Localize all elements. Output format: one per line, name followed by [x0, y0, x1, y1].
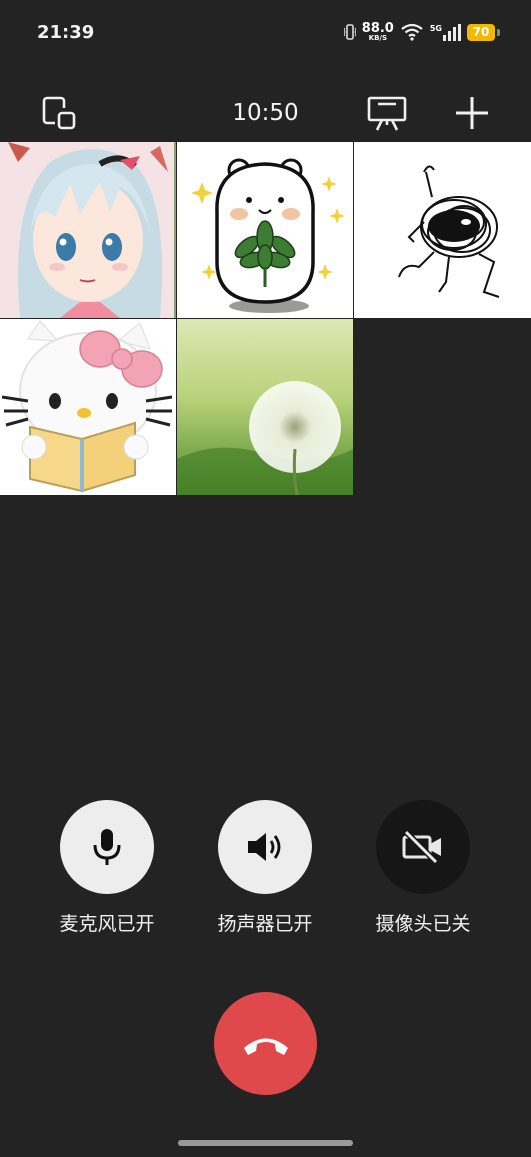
participant-tile[interactable] [177, 142, 353, 318]
camera-off-icon [402, 829, 441, 865]
hang-up-icon [243, 1038, 288, 1055]
vibrate-icon [343, 24, 356, 40]
camera-control[interactable]: 摄像头已关 [358, 800, 488, 936]
participant-tile[interactable] [0, 142, 176, 318]
network-speed-unit: KB/S [368, 34, 387, 42]
network-speed: 88.0 KB/S [362, 22, 394, 42]
dandelion-avatar [177, 319, 353, 495]
microphone-toggle-button[interactable] [60, 800, 154, 894]
status-icons: 88.0 KB/S 5G 70 [343, 22, 500, 42]
microphone-icon [93, 829, 121, 865]
screen-share-button[interactable] [365, 92, 409, 134]
home-indicator[interactable] [178, 1140, 353, 1146]
speaker-control[interactable]: 扬声器已开 [200, 800, 330, 936]
participant-tile[interactable] [177, 319, 353, 495]
hang-up-button[interactable] [214, 992, 317, 1095]
camera-toggle-button[interactable] [376, 800, 470, 894]
network-type: 5G [429, 23, 442, 33]
status-time: 21:39 [37, 22, 95, 43]
cellular-signal: 5G [429, 23, 461, 41]
speaker-icon [248, 833, 281, 861]
add-participant-button[interactable] [451, 92, 493, 134]
scribble-doodle-avatar [354, 142, 531, 318]
microphone-control[interactable]: 麦克风已开 [42, 800, 172, 936]
microphone-label: 麦克风已开 [59, 913, 155, 935]
speaker-toggle-button[interactable] [218, 800, 312, 894]
screen-share-icon [367, 96, 407, 131]
participant-tile[interactable] [354, 142, 531, 318]
battery-indicator: 70 [467, 23, 500, 41]
hello-kitty-reading-avatar [0, 319, 176, 495]
anime-girl-avatar [0, 142, 176, 318]
status-bar: 21:39 88.0 KB/S 5G 70 [0, 0, 531, 70]
add-participant-icon [456, 97, 488, 129]
wifi-icon [401, 23, 423, 41]
bear-with-leaves-avatar [177, 142, 353, 318]
participant-tile[interactable] [0, 319, 176, 495]
signal-bars-icon [443, 23, 461, 41]
call-top-bar: 10:50 [0, 88, 531, 138]
camera-label: 摄像头已关 [375, 913, 471, 935]
speaker-label: 扬声器已开 [217, 913, 313, 935]
